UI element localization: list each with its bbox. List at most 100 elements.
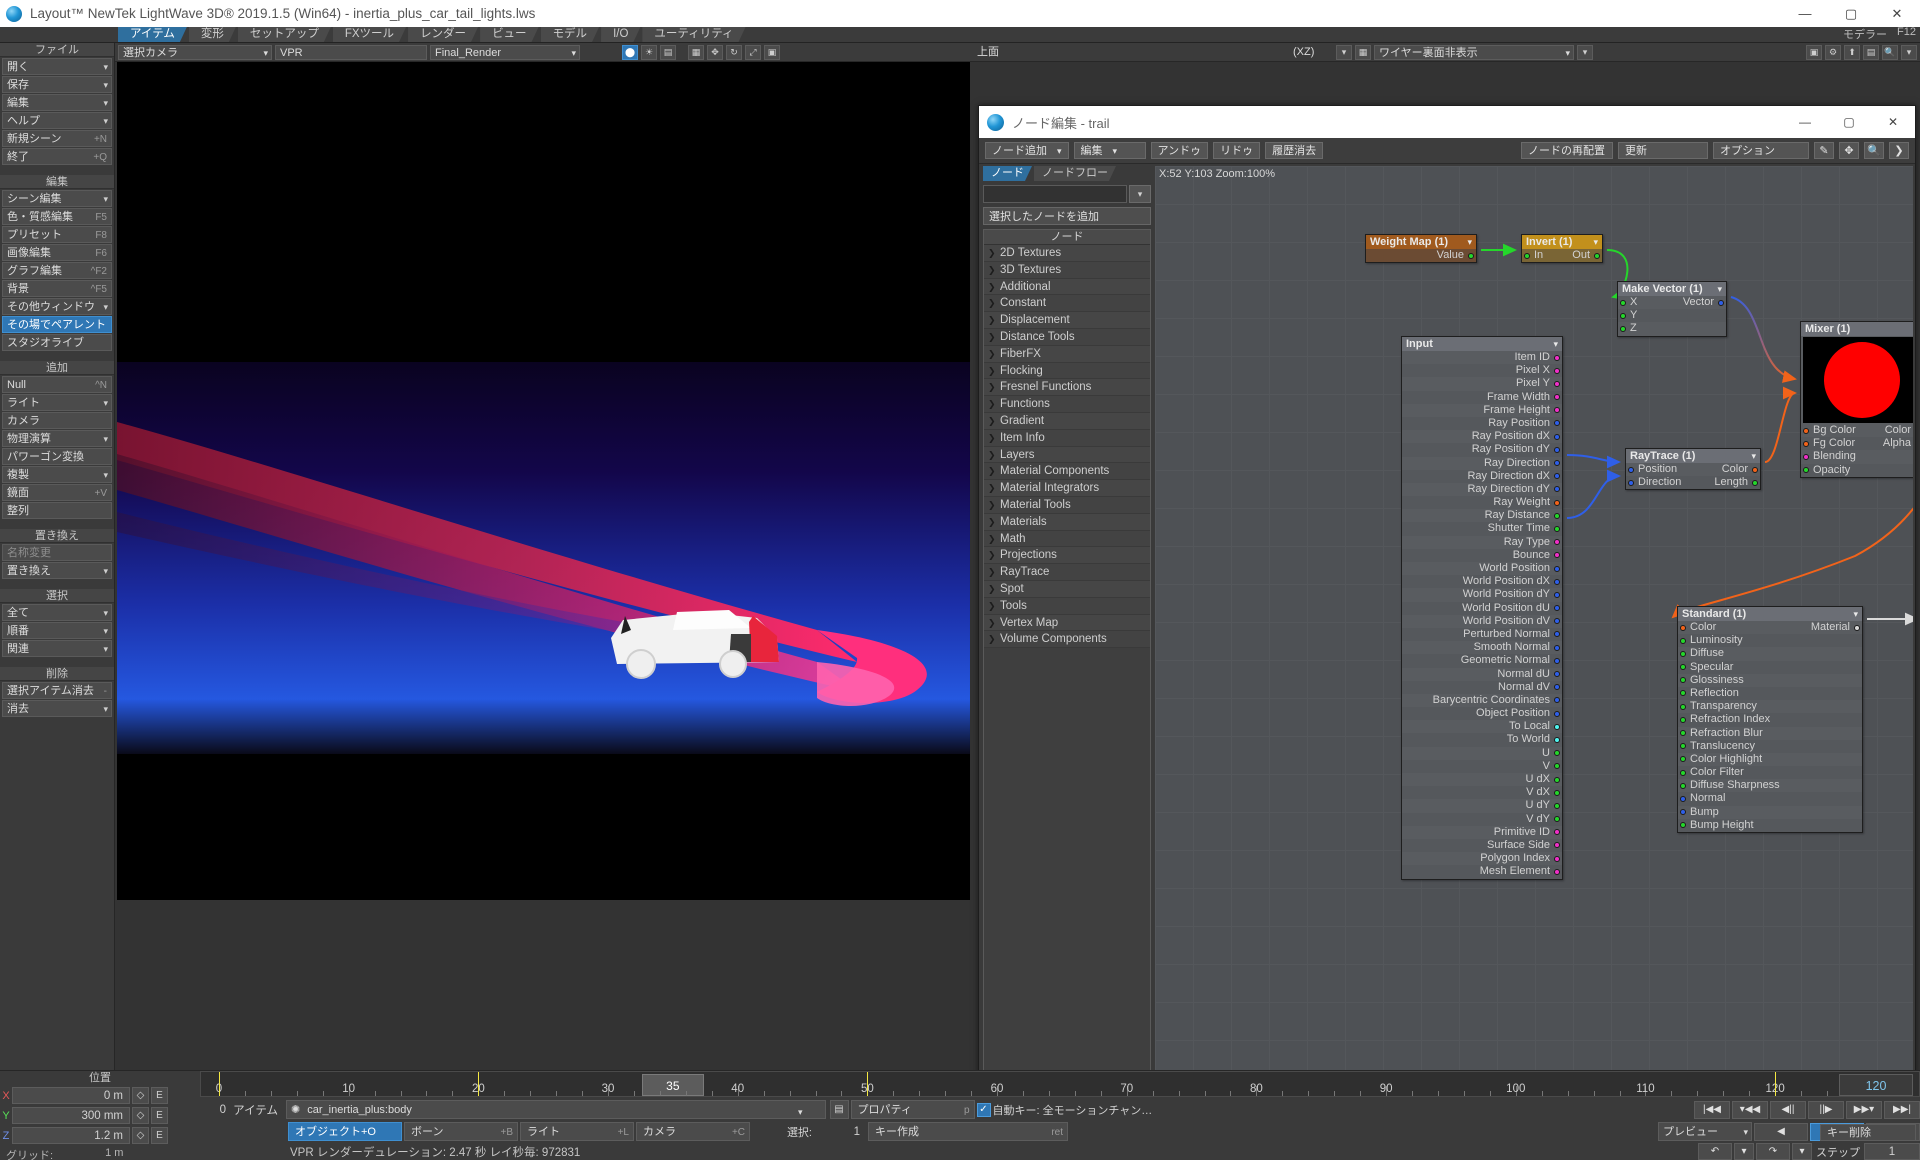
sidebar-item-2-0[interactable]: Null ^N xyxy=(2,376,112,393)
zoom-icon[interactable]: 🔍 xyxy=(1864,142,1884,159)
input-port-color[interactable] xyxy=(1680,624,1686,631)
node-input[interactable]: Input ▾ Item ID Pixel X Pixel Y Frame Width Fr… xyxy=(1401,336,1563,880)
node-category-item[interactable]: ❯ Tools xyxy=(984,597,1150,615)
input-port-glossiness[interactable] xyxy=(1680,677,1686,684)
chevron-down-icon[interactable]: ▾ xyxy=(1129,185,1151,203)
sidebar-item-1-8[interactable]: スタジオライブ xyxy=(2,334,112,351)
node-category-item[interactable]: ❯ Material Integrators xyxy=(984,480,1150,497)
sidebar-item-2-3[interactable]: 物理演算 ▾ xyxy=(2,430,112,447)
menu-tab-6[interactable]: モデル xyxy=(541,27,600,42)
chevron-down-icon[interactable]: ▾ xyxy=(1336,44,1352,60)
mode-button-2[interactable]: ライト +L xyxy=(520,1122,634,1141)
node-list-tab-0[interactable]: ノード xyxy=(983,166,1032,181)
node-category-item[interactable]: ❯ Spot xyxy=(984,580,1150,598)
input-port-fg-color[interactable] xyxy=(1803,440,1809,447)
sidebar-item-0-2[interactable]: 編集 ▾ xyxy=(2,94,112,111)
sidebar-item-3-1[interactable]: 置き換え ▾ xyxy=(2,562,112,579)
sidebar-item-0-0[interactable]: 開く ▾ xyxy=(2,58,112,75)
output-port-pixel-x[interactable] xyxy=(1554,367,1560,374)
close-icon[interactable]: ✕ xyxy=(1871,106,1915,138)
output-port-bounce[interactable] xyxy=(1554,552,1560,559)
sidebar-item-1-7[interactable]: その場でペアレント xyxy=(2,316,112,333)
input-port-diffuse-sharpness[interactable] xyxy=(1680,782,1686,789)
input-port-luminosity[interactable] xyxy=(1680,637,1686,644)
output-port-v[interactable] xyxy=(1554,763,1560,770)
menu-tab-4[interactable]: レンダー xyxy=(408,27,478,42)
chevron-down-icon[interactable]: ▾ xyxy=(1467,235,1472,249)
node-category-item[interactable]: ❯ 2D Textures xyxy=(984,245,1150,262)
output-port-ray-position-dx[interactable] xyxy=(1554,433,1560,440)
node-standard[interactable]: Standard (1) ▾ Color Material Luminosity Diff… xyxy=(1677,606,1863,833)
output-port-to-local[interactable] xyxy=(1554,723,1560,730)
output-port-v-dy[interactable] xyxy=(1554,816,1560,823)
sidebar-item-4-2[interactable]: 関連 ▾ xyxy=(2,640,112,657)
close-icon[interactable]: ✕ xyxy=(1874,0,1920,27)
sidebar-item-2-5[interactable]: 複製 ▾ xyxy=(2,466,112,483)
axis-value-y[interactable]: 300 mm xyxy=(12,1107,130,1124)
node-category-item[interactable]: ❯ Materials xyxy=(984,513,1150,531)
ne-toolbar-right-2[interactable]: オプション xyxy=(1713,142,1809,159)
item-select[interactable]: ✺ car_inertia_plus:body ▾ xyxy=(286,1100,826,1119)
output-port-frame-height[interactable] xyxy=(1554,407,1560,414)
timeline-ruler[interactable]: 35 120 0102030405060708090100110120 xyxy=(200,1071,1920,1097)
rotate-icon[interactable]: ↻ xyxy=(726,44,742,60)
key-create-button[interactable]: キー作成 ret xyxy=(868,1122,1068,1141)
output-port-barycentric-coordinates[interactable] xyxy=(1554,697,1560,704)
chevron-down-icon[interactable]: ▾ xyxy=(1593,235,1598,249)
output-port-color[interactable] xyxy=(1752,466,1758,473)
maximize-icon[interactable]: ▢ xyxy=(1828,0,1874,27)
output-port-ray-distance[interactable] xyxy=(1554,512,1560,519)
output-port-world-position-dx[interactable] xyxy=(1554,578,1560,585)
output-port-object-position[interactable] xyxy=(1554,710,1560,717)
input-port-translucency[interactable] xyxy=(1680,743,1686,750)
viewport-render-area[interactable] xyxy=(117,62,970,900)
keyframe-icon[interactable]: ◇ xyxy=(132,1087,149,1104)
node-category-item[interactable]: ❯ Item Info xyxy=(984,429,1150,447)
output-port-normal-dv[interactable] xyxy=(1554,684,1560,691)
node-category-item[interactable]: ❯ Distance Tools xyxy=(984,328,1150,346)
chevron-down-icon[interactable]: ▾ xyxy=(1853,607,1858,621)
output-port-ray-weight[interactable] xyxy=(1554,499,1560,506)
node-category-item[interactable]: ❯ Gradient xyxy=(984,412,1150,430)
node-category-item[interactable]: ❯ 3D Textures xyxy=(984,261,1150,279)
ne-toolbar-0[interactable]: ノード追加 ▾ xyxy=(985,142,1069,159)
ne-toolbar-4[interactable]: 履歴消去 xyxy=(1265,142,1324,159)
input-port-opacity[interactable] xyxy=(1803,467,1809,474)
menu-icon[interactable]: ▾ xyxy=(1901,44,1917,60)
output-port-world-position-du[interactable] xyxy=(1554,605,1560,612)
input-port-bg-color[interactable] xyxy=(1803,427,1809,434)
move-icon[interactable]: ✥ xyxy=(707,44,723,60)
node-header[interactable]: RayTrace (1) ▾ xyxy=(1626,449,1760,463)
transport-button-3[interactable]: ||▶ xyxy=(1808,1100,1844,1119)
key-delete-button[interactable]: キー削除 xyxy=(1820,1124,1916,1141)
output-port-surface-side[interactable] xyxy=(1554,842,1560,849)
output-port-normal-du[interactable] xyxy=(1554,671,1560,677)
output-port-ray-direction-dx[interactable] xyxy=(1554,473,1560,480)
sidebar-item-5-0[interactable]: 選択アイテム消去 - xyxy=(2,682,112,699)
sidebar-item-2-2[interactable]: カメラ xyxy=(2,412,112,429)
input-port-position[interactable] xyxy=(1628,466,1634,473)
sidebar-item-5-1[interactable]: 消去 ▾ xyxy=(2,700,112,717)
node-category-item[interactable]: ❯ Math xyxy=(984,530,1150,548)
output-port-mesh-element[interactable] xyxy=(1554,868,1560,875)
maximize-icon[interactable]: ▢ xyxy=(1827,106,1871,138)
output-port-frame-width[interactable] xyxy=(1554,394,1560,401)
output-port-ray-position-dy[interactable] xyxy=(1554,446,1560,453)
node-category-item[interactable]: ❯ Layers xyxy=(984,446,1150,464)
sidebar-item-3-0[interactable]: 名称変更 xyxy=(2,544,112,561)
node-raytrace[interactable]: RayTrace (1) ▾ Position Color Direction Lengt… xyxy=(1625,448,1761,491)
output-port-world-position-dv[interactable] xyxy=(1554,618,1560,625)
output-port-world-position-dy[interactable] xyxy=(1554,591,1560,598)
ne-toolbar-3[interactable]: リドゥ xyxy=(1213,142,1261,159)
input-port-reflection[interactable] xyxy=(1680,690,1686,697)
mode-button-0[interactable]: オブジェクト+O xyxy=(288,1122,402,1141)
node-header[interactable]: Invert (1) ▾ xyxy=(1522,235,1602,249)
transport-button-5[interactable]: ▶▶| xyxy=(1884,1100,1920,1119)
light-icon[interactable]: ☀ xyxy=(641,44,657,60)
node-category-item[interactable]: ❯ Vertex Map xyxy=(984,614,1150,632)
output-port-world-position[interactable] xyxy=(1554,565,1560,572)
move-icon[interactable]: ✥ xyxy=(1839,142,1859,159)
minimize-icon[interactable]: — xyxy=(1782,0,1828,27)
node-category-item[interactable]: ❯ Flocking xyxy=(984,362,1150,380)
node-header[interactable]: Make Vector (1) ▾ xyxy=(1618,282,1726,296)
